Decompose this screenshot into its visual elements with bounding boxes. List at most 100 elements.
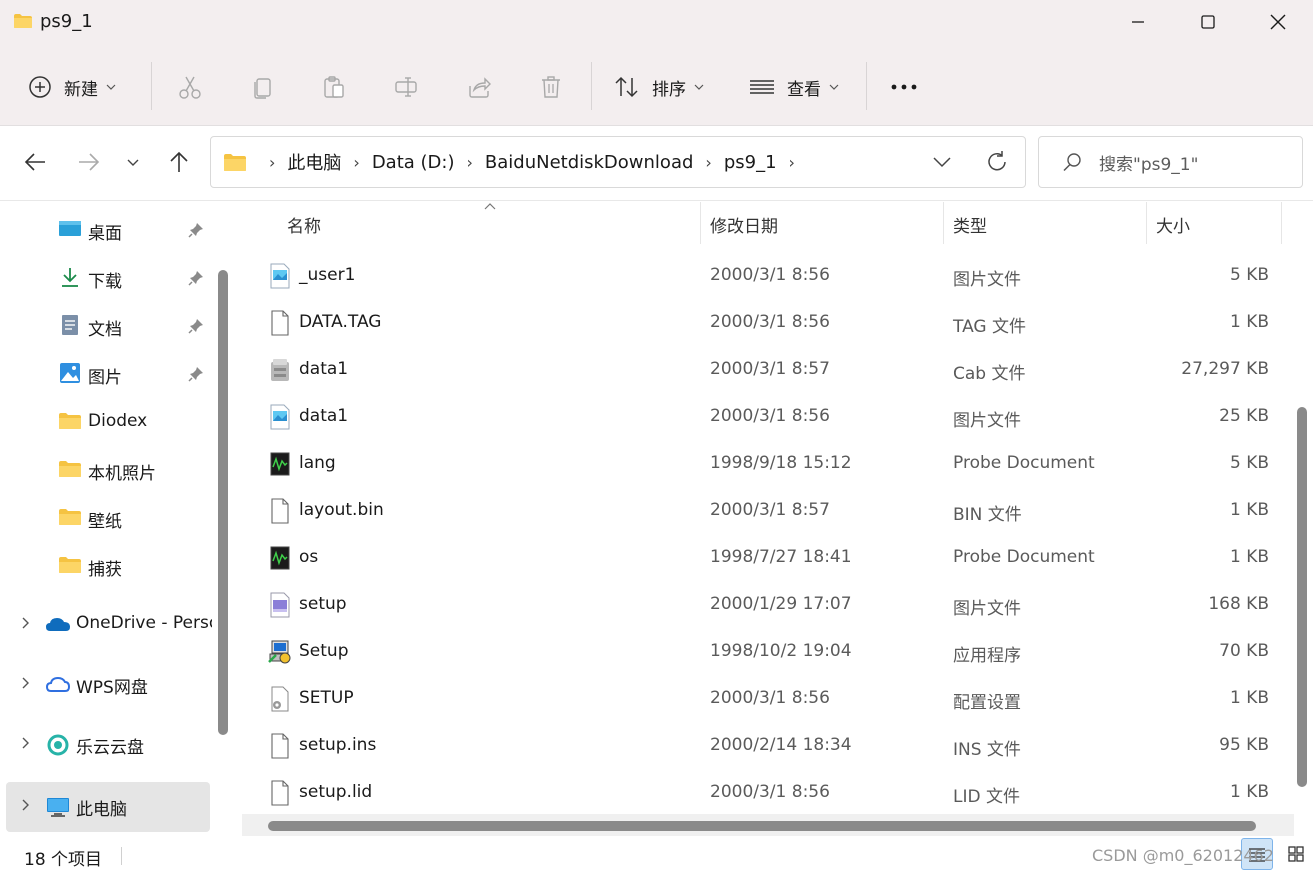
back-button[interactable]	[20, 147, 50, 177]
file-name: layout.bin	[299, 500, 384, 520]
breadcrumb-current-folder[interactable]: ps9_1	[724, 152, 777, 173]
sidebar-item-desktop[interactable]: 桌面	[0, 206, 215, 252]
sidebar-item-documents[interactable]: 文档	[0, 302, 215, 348]
pictures-icon	[60, 363, 80, 383]
column-header-name[interactable]: 名称	[287, 212, 321, 237]
breadcrumb-this-pc[interactable]: 此电脑	[287, 149, 341, 175]
search-input[interactable]: 搜索"ps9_1"	[1038, 136, 1303, 188]
breadcrumb-data-drive[interactable]: Data (D:)	[372, 152, 455, 173]
sidebar-item-captures[interactable]: 捕获	[0, 542, 215, 588]
sort-button[interactable]: 排序	[614, 72, 704, 102]
sidebar-item-this-pc[interactable]: 此电脑	[6, 782, 210, 832]
column-header-type[interactable]: 类型	[953, 212, 987, 237]
blank-file-icon	[268, 733, 292, 759]
address-history-chevron-icon[interactable]	[931, 151, 953, 173]
minimize-button[interactable]	[1103, 0, 1173, 44]
pin-icon[interactable]	[188, 366, 204, 382]
file-row[interactable]: data1 2000/3/1 8:56 图片文件 25 KB	[240, 393, 1282, 440]
probe-file-icon	[268, 451, 292, 477]
column-divider[interactable]	[700, 202, 701, 244]
delete-button[interactable]	[535, 72, 567, 102]
trash-icon	[542, 76, 560, 98]
folder-icon	[14, 14, 32, 28]
file-type: LID 文件	[953, 787, 1020, 807]
refresh-icon[interactable]	[984, 149, 1010, 175]
chevron-down-icon	[694, 84, 704, 90]
maximize-button[interactable]	[1173, 0, 1243, 44]
sidebar-item-wps-cloud[interactable]: WPS网盘	[0, 660, 215, 710]
list-view-icon	[750, 80, 774, 94]
paste-button[interactable]	[318, 72, 350, 102]
file-name: data1	[299, 406, 349, 426]
column-divider[interactable]	[1281, 202, 1282, 244]
sidebar-item-pictures[interactable]: 图片	[0, 350, 215, 396]
column-header-date[interactable]: 修改日期	[710, 212, 778, 237]
address-bar[interactable]: › 此电脑 › Data (D:) › BaiduNetdiskDownload…	[210, 136, 1026, 188]
file-modified-date: 2000/3/1 8:57	[710, 500, 830, 520]
cut-button[interactable]	[174, 72, 206, 102]
chevron-right-icon[interactable]	[18, 736, 32, 750]
chevron-right-icon[interactable]	[18, 676, 32, 690]
sidebar-item-downloads[interactable]: 下载	[0, 254, 215, 300]
sidebar-item-diodex[interactable]: Diodex	[0, 398, 215, 444]
up-button[interactable]	[164, 147, 194, 177]
file-row[interactable]: _user1 2000/3/1 8:56 图片文件 5 KB	[240, 252, 1282, 299]
sidebar-item-wallpaper[interactable]: 壁纸	[0, 494, 215, 540]
more-options-button[interactable]	[888, 76, 920, 98]
sidebar-item-onedrive[interactable]: OneDrive - Personal	[0, 600, 215, 650]
file-row[interactable]: SETUP 2000/3/1 8:56 配置设置 1 KB	[240, 675, 1282, 722]
toolbar-separator	[866, 62, 867, 110]
share-button[interactable]	[463, 72, 495, 102]
file-type: INS 文件	[953, 740, 1021, 760]
rename-button[interactable]	[390, 72, 422, 102]
column-divider[interactable]	[1146, 202, 1147, 244]
view-label: 查看	[787, 79, 821, 100]
folder-icon	[59, 461, 81, 477]
view-button[interactable]: 查看	[749, 72, 839, 102]
sidebar-item-photos[interactable]: 本机照片	[0, 446, 215, 492]
new-button[interactable]: 新建	[28, 72, 116, 102]
forward-button[interactable]	[74, 147, 104, 177]
clipboard-icon	[324, 76, 344, 98]
column-divider[interactable]	[943, 202, 944, 244]
file-row[interactable]: Setup 1998/10/2 19:04 应用程序 70 KB	[240, 628, 1282, 675]
blank-file-icon	[268, 310, 292, 336]
copy-button[interactable]	[247, 72, 279, 102]
file-name: data1	[299, 359, 349, 379]
file-row[interactable]: setup 2000/1/29 17:07 图片文件 168 KB	[240, 581, 1282, 628]
folder-icon	[59, 509, 81, 525]
horizontal-scrollbar[interactable]	[268, 821, 1256, 831]
column-header-size[interactable]: 大小	[1156, 212, 1190, 237]
file-row[interactable]: data1 2000/3/1 8:57 Cab 文件 27,297 KB	[240, 346, 1282, 393]
file-name: DATA.TAG	[299, 312, 382, 332]
scissors-icon	[179, 76, 201, 99]
file-size: 27,297 KB	[1181, 359, 1269, 379]
file-row[interactable]: setup.lid 2000/3/1 8:56 LID 文件 1 KB	[240, 769, 1282, 816]
breadcrumb-separator: ›	[466, 152, 473, 172]
pin-icon[interactable]	[188, 270, 204, 286]
breadcrumb: › 此电脑 › Data (D:) › BaiduNetdiskDownload…	[223, 137, 807, 187]
pin-icon[interactable]	[188, 222, 204, 238]
download-icon	[62, 268, 78, 287]
chevron-right-icon[interactable]	[18, 616, 32, 630]
sidebar-scrollbar[interactable]	[218, 270, 228, 735]
tiles-view-button[interactable]	[1280, 838, 1312, 870]
sidebar-item-label: OneDrive - Personal	[76, 613, 212, 633]
file-name: Setup	[299, 641, 349, 661]
breadcrumb-baidu-folder[interactable]: BaiduNetdiskDownload	[485, 152, 694, 173]
file-row[interactable]: os 1998/7/27 18:41 Probe Document 1 KB	[240, 534, 1282, 581]
sidebar-item-leyun-cloud[interactable]: 乐云云盘	[0, 720, 215, 770]
sidebar-item-label: 乐云云盘	[76, 738, 144, 758]
close-button[interactable]	[1243, 0, 1313, 44]
file-row[interactable]: layout.bin 2000/3/1 8:57 BIN 文件 1 KB	[240, 487, 1282, 534]
file-size: 5 KB	[1229, 265, 1269, 285]
file-row[interactable]: setup.ins 2000/2/14 18:34 INS 文件 95 KB	[240, 722, 1282, 769]
pin-icon[interactable]	[188, 318, 204, 334]
file-row[interactable]: DATA.TAG 2000/3/1 8:56 TAG 文件 1 KB	[240, 299, 1282, 346]
file-row[interactable]: lang 1998/9/18 15:12 Probe Document 5 KB	[240, 440, 1282, 487]
search-placeholder: 搜索"ps9_1"	[1099, 155, 1199, 175]
vertical-scrollbar[interactable]	[1297, 407, 1307, 787]
chevron-right-icon[interactable]	[18, 798, 32, 812]
recent-locations-button[interactable]	[118, 147, 148, 177]
file-type: 应用程序	[953, 646, 1021, 666]
